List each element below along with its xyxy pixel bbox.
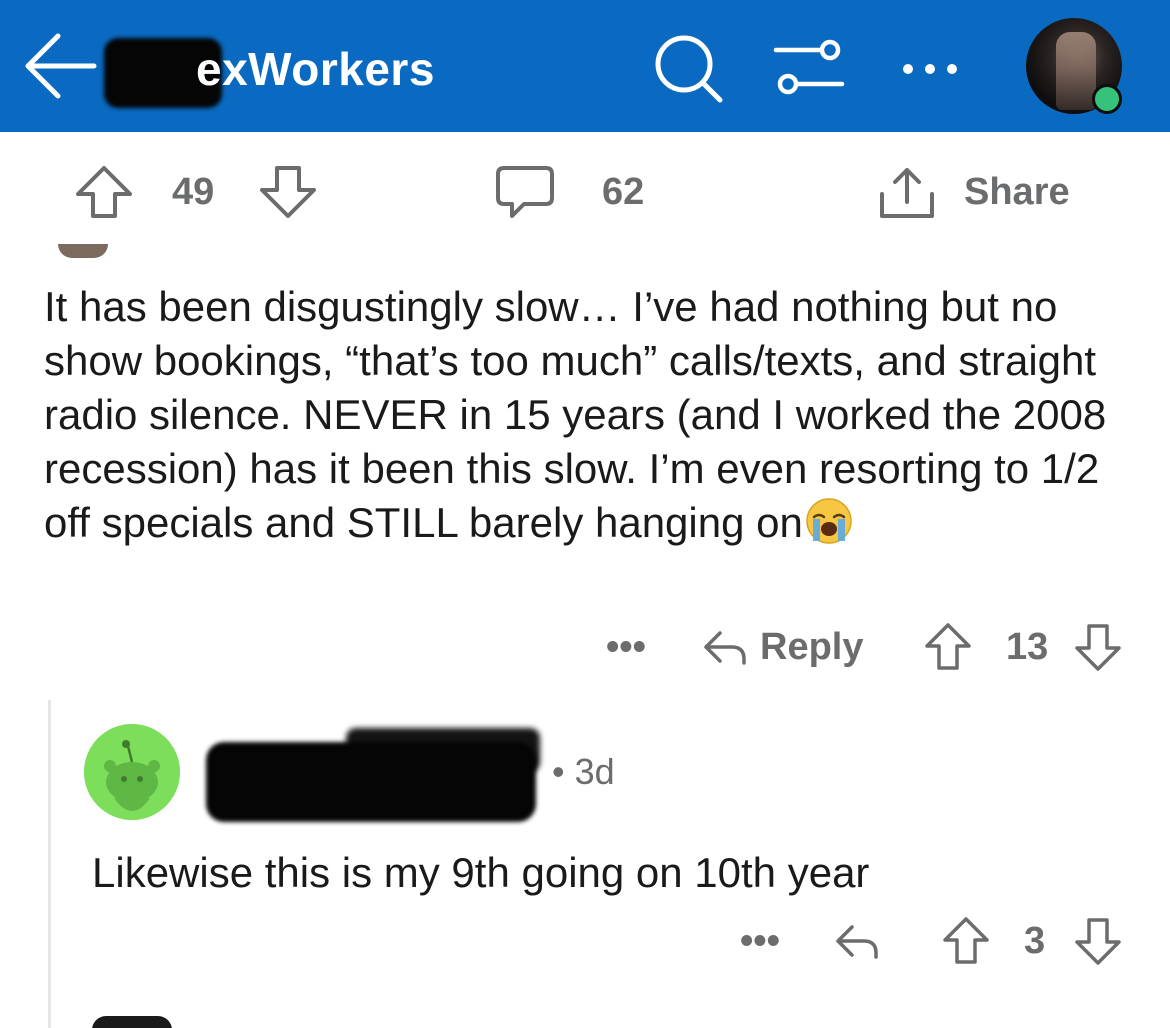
comments-button[interactable] <box>494 164 556 220</box>
reply-downvote-button[interactable] <box>1074 912 1122 970</box>
comment-bubble-icon <box>496 166 554 218</box>
comment-more-button[interactable]: ••• <box>606 618 646 676</box>
upvote-arrow-icon <box>76 166 132 218</box>
reply-vote-count: 3 <box>1024 919 1046 962</box>
comment-downvote-button[interactable] <box>1074 618 1122 676</box>
reply-arrow-icon <box>704 631 746 665</box>
top-app-bar: exWorkers <box>0 0 1170 132</box>
back-button[interactable] <box>22 28 98 104</box>
comment-vote-count: 13 <box>1006 625 1049 668</box>
username-redaction <box>206 728 540 822</box>
comment-author-avatar[interactable] <box>58 244 108 258</box>
comment-body: It has been disgustingly slow… I’ve had … <box>44 280 1144 550</box>
search-button[interactable] <box>652 34 726 104</box>
comment-upvote-button[interactable] <box>924 618 972 676</box>
thread-line[interactable] <box>48 700 51 1028</box>
comment-action-bar: ••• Reply 13 <box>0 618 1170 676</box>
share-button[interactable] <box>876 164 938 220</box>
next-comment-avatar[interactable] <box>92 1016 172 1028</box>
reply-action-bar: ••• 3 <box>0 912 1170 970</box>
reply-timestamp: • 3d <box>552 751 615 792</box>
reply-arrow-icon <box>836 925 878 959</box>
downvote-arrow-icon <box>1075 624 1121 671</box>
subreddit-title[interactable]: exWorkers <box>196 38 435 100</box>
search-icon <box>655 35 723 103</box>
reply-button[interactable]: Reply <box>702 618 863 676</box>
redaction-mark <box>206 742 536 822</box>
downvote-arrow-icon <box>260 166 316 218</box>
profile-avatar-button[interactable] <box>1026 18 1126 118</box>
avatar-figure <box>1056 32 1096 110</box>
upvote-arrow-icon <box>925 623 971 670</box>
online-status-dot <box>1092 84 1122 114</box>
reply-to-reply-button[interactable] <box>834 912 880 970</box>
share-label[interactable]: Share <box>964 164 1070 220</box>
reply-more-button[interactable]: ••• <box>740 912 780 970</box>
comment-text: It has been disgustingly slow… I’ve had … <box>44 283 1107 546</box>
filter-icon <box>773 39 845 95</box>
snoo-avatar-icon <box>84 724 180 820</box>
comment-count: 62 <box>602 170 645 213</box>
more-icon <box>903 64 957 74</box>
loudly-crying-face-icon <box>806 498 852 544</box>
reply-body: Likewise this is my 9th going on 10th ye… <box>92 849 870 896</box>
post-action-bar: 49 62 Share <box>0 150 1170 236</box>
more-options-button[interactable] <box>896 34 964 104</box>
reply-author-avatar[interactable] <box>84 724 180 820</box>
reply-upvote-button[interactable] <box>942 912 990 970</box>
post-vote-count: 49 <box>172 170 215 213</box>
share-icon <box>880 168 934 218</box>
downvote-arrow-icon <box>1075 918 1121 965</box>
upvote-arrow-icon <box>943 917 989 964</box>
back-arrow-icon <box>25 33 97 99</box>
downvote-button[interactable] <box>258 164 318 220</box>
screen: exWorkers 49 62 Share It has been disgus… <box>0 0 1170 1028</box>
reply-label: Reply <box>760 625 864 668</box>
upvote-button[interactable] <box>74 164 134 220</box>
filter-button[interactable] <box>772 34 846 104</box>
